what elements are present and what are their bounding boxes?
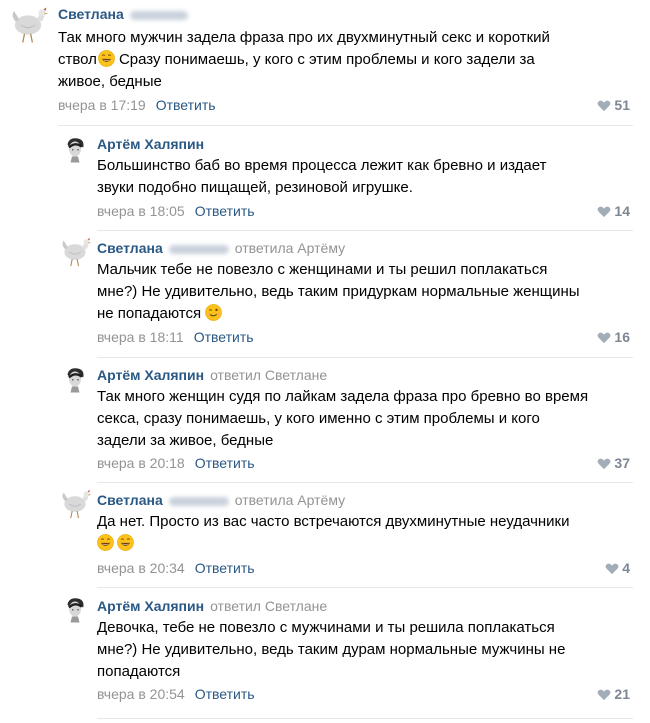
man-avatar-icon[interactable]: [60, 364, 90, 394]
comment-line-part: Сразу понимаешь, у кого с этим проблемы …: [118, 51, 535, 68]
comment-author: Артём Халяпин ответил Светлане: [97, 367, 327, 383]
author-name[interactable]: Светлана: [97, 240, 163, 256]
comment-line: Девочка, тебе не повезло с мужчинами и т…: [97, 619, 555, 636]
like-count: 51: [614, 97, 630, 113]
heart-icon: [597, 332, 611, 344]
comment-author: Артём Халяпин: [97, 136, 204, 152]
chicken-avatar-icon[interactable]: [58, 235, 92, 269]
comment: Артём Халяпин ответил Светлане Девочка, т…: [0, 588, 650, 723]
reply-button[interactable]: Ответить: [195, 686, 255, 702]
comment-meta: вчера в 20:18 Ответить: [97, 455, 255, 471]
comment-text: Мальчик тебе не повезло с женщинами и ты…: [97, 259, 580, 325]
comment-meta: вчера в 18:05 Ответить: [97, 203, 255, 219]
smile-emoji-icon: [117, 534, 134, 551]
like-count: 16: [614, 329, 630, 345]
like-button[interactable]: 51: [597, 97, 630, 113]
author-name[interactable]: Артём Халяпин: [97, 367, 204, 383]
comment-meta: вчера в 20:54 Ответить: [97, 686, 255, 702]
blurred-surname: [168, 244, 229, 254]
comment-time[interactable]: вчера в 18:05: [97, 203, 185, 219]
comment-meta: вчера в 20:34 Ответить: [97, 560, 255, 576]
comment-line: [97, 533, 570, 555]
comment-meta: вчера в 18:11 Ответить: [97, 329, 254, 345]
author-name[interactable]: Артём Халяпин: [97, 136, 204, 152]
comment: Светлана ответила Артёму Мальчик тебе не …: [0, 231, 650, 357]
comment-line: задели за живое, бедные: [97, 432, 274, 449]
comment-line: Мальчик тебе не повезло с женщинами и ты…: [97, 261, 548, 278]
author-name[interactable]: Светлана: [58, 6, 124, 22]
like-count: 37: [614, 455, 630, 471]
like-button[interactable]: 4: [605, 560, 630, 576]
comment-text: Так много женщин судя по лайкам задела ф…: [97, 386, 588, 452]
comment-text: Так много мужчин задела фраза про их дву…: [58, 27, 550, 93]
like-count: 21: [614, 686, 630, 702]
chicken-avatar-icon[interactable]: [7, 4, 49, 46]
comment-line: не попадаются: [97, 303, 580, 325]
comment-line: секса, сразу понимаешь, у кого именно с …: [97, 410, 540, 427]
man-avatar-icon[interactable]: [60, 134, 90, 164]
comment: Артём Халяпин ответил Светлане Так много …: [0, 358, 650, 482]
comment-time[interactable]: вчера в 20:18: [97, 455, 185, 471]
comment-time[interactable]: вчера в 20:34: [97, 560, 185, 576]
comment-line: мне?) Не удивительно, ведь таким придурк…: [97, 283, 580, 300]
comment-line: Большинство баб во время процесса лежит …: [97, 157, 547, 174]
man-avatar-icon[interactable]: [60, 594, 90, 624]
comment-line: звуки подобно пищащей, резиновой игрушке…: [97, 179, 413, 196]
comment-meta: вчера в 17:19 Ответить: [58, 97, 216, 113]
comment-line: живое, бедные: [58, 73, 162, 90]
wink-emoji-icon: [205, 304, 222, 321]
comment: Артём Халяпин Большинство баб во время п…: [0, 126, 650, 231]
like-button[interactable]: 14: [597, 203, 630, 219]
comment-line-part: ствол: [58, 51, 97, 68]
comment-line: попадаются: [97, 663, 181, 680]
comment-time[interactable]: вчера в 17:19: [58, 97, 146, 113]
comment-text: Большинство баб во время процесса лежит …: [97, 155, 546, 199]
separator: [97, 718, 633, 719]
author-name[interactable]: Артём Халяпин: [97, 598, 204, 614]
comment-author: Артём Халяпин ответил Светлане: [97, 598, 327, 614]
heart-icon: [597, 206, 611, 218]
heart-icon: [597, 689, 611, 701]
reply-button[interactable]: Ответить: [195, 455, 255, 471]
comment-line: Так много женщин судя по лайкам задела ф…: [97, 388, 589, 405]
comment-text: Да нет. Просто из вас часто встречаются …: [97, 511, 570, 555]
reply-button[interactable]: Ответить: [195, 203, 255, 219]
comment-line: мне?) Не удивительно, ведь таким дурам н…: [97, 641, 566, 658]
smile-emoji-icon: [98, 50, 115, 67]
author-name[interactable]: Светлана: [97, 492, 163, 508]
heart-icon: [597, 100, 611, 112]
comment-line: Да нет. Просто из вас часто встречаются …: [97, 513, 570, 530]
comment-author: Светлана: [58, 6, 188, 22]
like-button[interactable]: 16: [597, 329, 630, 345]
comment-line: ствол Сразу понимаешь, у кого с этим проб…: [58, 49, 550, 71]
comment-author: Светлана ответила Артёму: [97, 492, 345, 508]
like-button[interactable]: 37: [597, 455, 630, 471]
reply-to[interactable]: ответил Светлане: [210, 367, 327, 383]
comment-time[interactable]: вчера в 18:11: [97, 329, 184, 345]
comment: Светлана Так много мужчин задела фраза п…: [0, 0, 650, 125]
heart-icon: [597, 458, 611, 470]
chicken-avatar-icon[interactable]: [58, 487, 92, 521]
like-count: 14: [614, 203, 630, 219]
like-count: 4: [622, 560, 630, 576]
comment-time[interactable]: вчера в 20:54: [97, 686, 185, 702]
comment: Светлана ответила Артёму Да нет. Просто и…: [0, 483, 650, 587]
reply-button[interactable]: Ответить: [194, 329, 254, 345]
reply-button[interactable]: Ответить: [195, 560, 255, 576]
heart-icon: [605, 563, 619, 575]
reply-to[interactable]: ответила Артёму: [235, 492, 345, 508]
comment-text: Девочка, тебе не повезло с мужчинами и т…: [97, 617, 565, 683]
comment-author: Светлана ответила Артёму: [97, 240, 345, 256]
like-button[interactable]: 21: [597, 686, 630, 702]
smile-emoji-icon: [97, 534, 114, 551]
reply-button[interactable]: Ответить: [156, 97, 216, 113]
blurred-surname: [168, 496, 229, 506]
reply-to[interactable]: ответила Артёму: [235, 240, 345, 256]
blurred-surname: [129, 10, 188, 20]
comment-line: Так много мужчин задела фраза про их дву…: [58, 29, 550, 46]
reply-to[interactable]: ответил Светлане: [210, 598, 327, 614]
comment-line-part: не попадаются: [97, 305, 202, 322]
